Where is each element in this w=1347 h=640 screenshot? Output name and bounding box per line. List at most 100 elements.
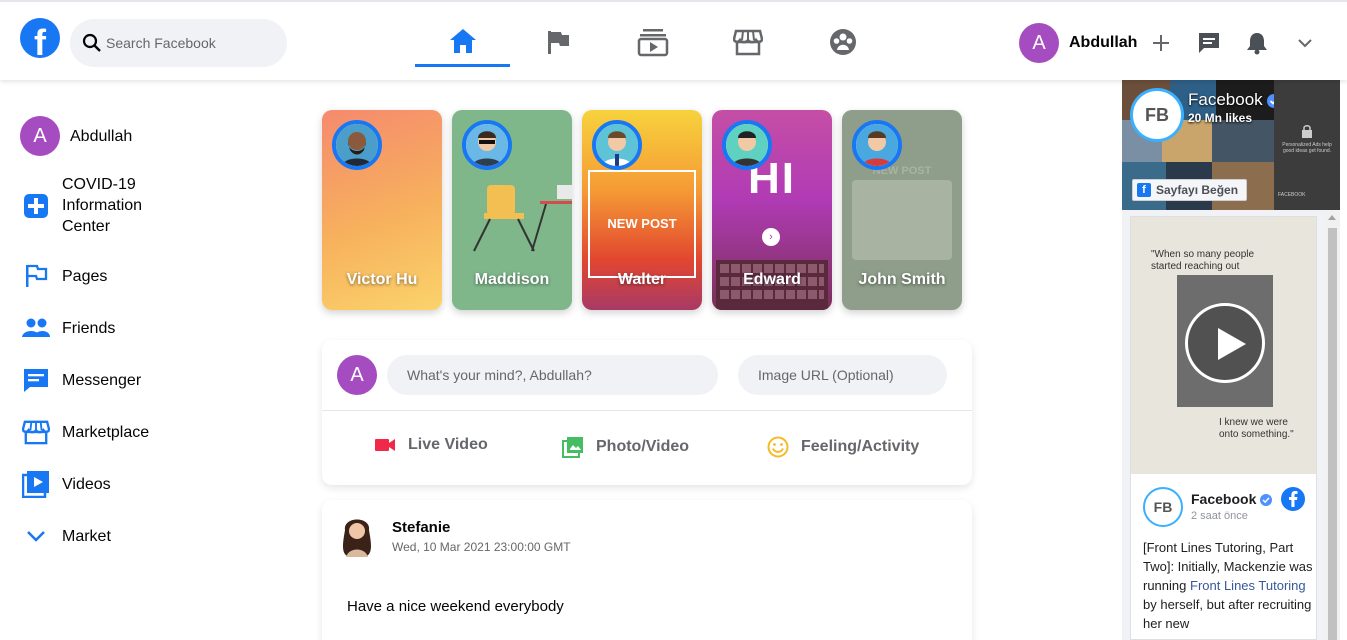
story-name: Edward <box>743 271 801 288</box>
story-card[interactable]: Maddison <box>452 110 572 310</box>
action-label: Live Video <box>408 436 488 453</box>
messenger-button[interactable] <box>1196 30 1222 56</box>
sidebar-item-videos[interactable]: Videos <box>20 468 111 500</box>
search-box[interactable] <box>70 19 287 67</box>
store-icon <box>22 420 50 445</box>
notifications-button[interactable] <box>1244 30 1270 56</box>
story-card[interactable]: NEW POST John Smith <box>842 110 962 310</box>
image-url-input[interactable] <box>738 355 947 395</box>
facebook-circle-icon[interactable] <box>1281 487 1305 511</box>
live-video-button[interactable]: Live Video <box>374 436 488 454</box>
video-quote-bottom: I knew we were onto something." <box>1219 417 1294 440</box>
bell-icon <box>1247 33 1267 55</box>
page-logo[interactable]: FB <box>1143 487 1183 527</box>
photo-video-button[interactable]: Photo/Video <box>562 436 689 458</box>
page-name[interactable]: Facebook <box>1188 90 1282 110</box>
sidebar-item-friends[interactable]: Friends <box>20 312 115 344</box>
post-text: Have a nice weekend everybody <box>347 598 564 615</box>
flag-icon <box>547 31 569 54</box>
smiley-icon <box>767 436 789 458</box>
story-name: Walter <box>617 271 667 288</box>
sidebar-item-covid[interactable]: COVID-19 Information Center <box>20 174 172 237</box>
widget-scrollbar[interactable] <box>1325 212 1340 640</box>
divider <box>322 410 972 411</box>
story-card[interactable]: Victor Hu <box>322 110 442 310</box>
page-feed-card: "When so many people started reaching ou… <box>1130 216 1317 640</box>
feed-post-text: [Front Lines Tutoring, Part Two]: Initia… <box>1143 540 1313 631</box>
video-quote-top: "When so many people started reaching ou… <box>1151 249 1255 272</box>
story-brush-shape <box>852 180 952 260</box>
sidebar-item-messenger[interactable]: Messenger <box>20 364 141 396</box>
tab-pages[interactable] <box>510 17 605 67</box>
tab-watch[interactable] <box>605 17 700 67</box>
video-thumbnail[interactable]: "When so many people started reaching ou… <box>1131 217 1316 474</box>
sidebar-item-marketplace[interactable]: Marketplace <box>20 416 149 448</box>
story-card[interactable]: HI › Edward <box>712 110 832 310</box>
sidebar-item-profile[interactable]: A Abdullah <box>20 116 132 156</box>
ad-text: Personalized Ads help good ideas get fou… <box>1282 142 1332 154</box>
chevron-down-icon <box>1298 39 1312 48</box>
feed-link[interactable]: Front Lines Tutoring <box>1190 578 1306 593</box>
story-name: Victor Hu <box>346 271 418 288</box>
photo-icon <box>562 437 583 458</box>
page-likes: 20 Mn likes <box>1188 111 1253 125</box>
story-avatar <box>462 120 512 170</box>
status-input[interactable] <box>387 355 718 395</box>
create-plus-icon[interactable] <box>1148 30 1174 56</box>
facebook-logo-icon[interactable]: f <box>20 18 60 58</box>
sidebar-item-pages[interactable]: Pages <box>20 260 107 292</box>
profile-name: Abdullah <box>1069 34 1138 51</box>
like-page-button[interactable]: f Sayfayı Beğen <box>1132 179 1248 201</box>
sidebar-item-label: Friends <box>62 319 116 337</box>
story-avatar <box>722 120 772 170</box>
story-avatar <box>852 120 902 170</box>
account-menu-button[interactable] <box>1292 30 1318 56</box>
tab-home[interactable] <box>415 17 510 67</box>
home-icon <box>449 28 476 53</box>
sidebar-item-label: Marketplace <box>62 423 150 441</box>
avatar: A <box>337 355 377 395</box>
page-cover: FB Facebook 20 Mn likes Personalized Ads… <box>1122 80 1340 210</box>
search-icon <box>82 33 101 52</box>
watch-icon <box>637 29 668 57</box>
post-author-avatar[interactable] <box>337 512 377 557</box>
search-input[interactable] <box>106 31 276 55</box>
chevron-down-icon <box>27 531 45 542</box>
avatar: A <box>20 116 60 156</box>
feed-timestamp: 2 saat önce <box>1191 510 1248 522</box>
story-avatar <box>592 120 642 170</box>
feed-post: Stefanie Wed, 10 Mar 2021 23:00:00 GMT H… <box>322 500 972 640</box>
page-logo[interactable]: FB <box>1130 88 1184 142</box>
sidebar-item-label: Pages <box>62 267 108 285</box>
verified-badge-icon <box>1260 494 1273 507</box>
messenger-icon <box>1199 33 1219 53</box>
chair-illustration <box>473 185 572 252</box>
story-overlay-text: NEW POST <box>872 165 932 177</box>
video-icon <box>22 471 49 498</box>
tab-groups[interactable] <box>795 17 890 67</box>
ad-brand: FACEBOOK <box>1278 192 1306 198</box>
story-card[interactable]: NEW POST Walter <box>582 110 702 310</box>
facebook-square-icon: f <box>1137 183 1151 197</box>
plus-square-icon <box>24 193 48 218</box>
story-name: Maddison <box>474 271 550 288</box>
tab-marketplace[interactable] <box>700 17 795 67</box>
play-icon[interactable] <box>1185 303 1265 383</box>
profile-chip[interactable]: A Abdullah <box>1019 23 1137 63</box>
store-icon <box>732 29 763 56</box>
post-timestamp: Wed, 10 Mar 2021 23:00:00 GMT <box>392 540 571 554</box>
action-label: Photo/Video <box>596 438 690 455</box>
story-name: John Smith <box>858 271 946 288</box>
scroll-up-arrow-icon[interactable] <box>1328 215 1336 220</box>
plus-icon <box>1153 35 1169 51</box>
sidebar-item-market[interactable]: Market <box>20 520 111 552</box>
friends-icon <box>22 318 50 337</box>
flag-icon <box>26 264 48 287</box>
post-author-name[interactable]: Stefanie <box>392 519 450 536</box>
sidebar-item-label: Market <box>62 527 111 545</box>
feeling-activity-button[interactable]: Feeling/Activity <box>767 436 919 458</box>
feed-page-name[interactable]: Facebook <box>1191 491 1273 507</box>
chat-icon <box>24 369 48 392</box>
scrollbar-thumb[interactable] <box>1328 228 1337 640</box>
action-label: Feeling/Activity <box>801 438 920 455</box>
